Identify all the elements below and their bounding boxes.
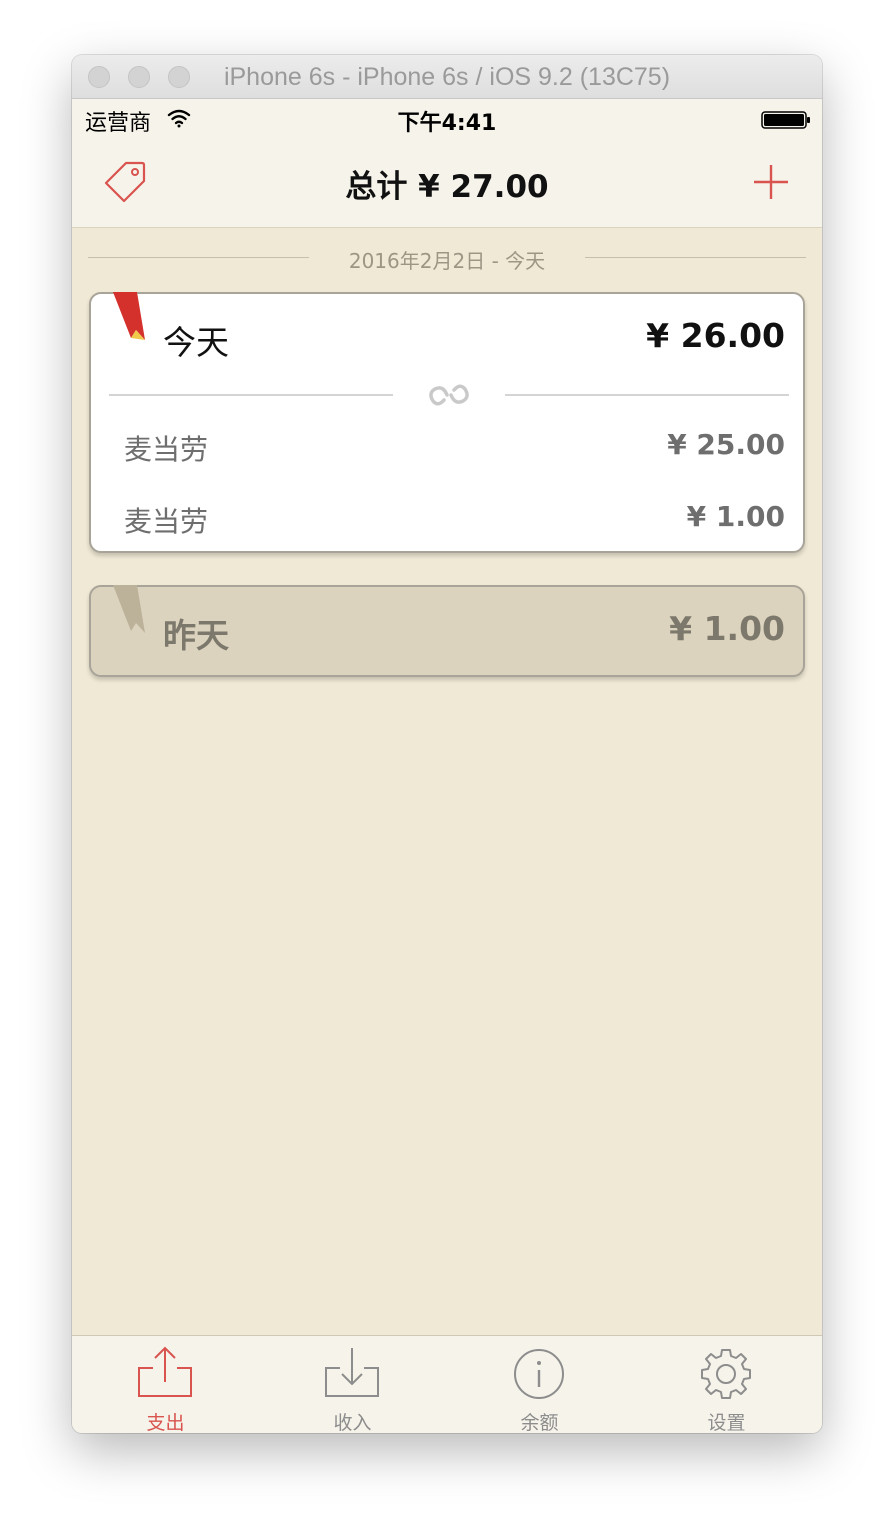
tab-label: 余额 [520, 1412, 559, 1433]
tab-balance[interactable]: 余额 [446, 1336, 633, 1433]
day-card-today[interactable]: 今天 ¥ 26.00 麦当劳 ¥ 25.00 麦当劳 ¥ 1.00 [89, 292, 805, 553]
tab-label: 设置 [707, 1412, 746, 1433]
divider-line-right [505, 394, 789, 396]
info-icon [514, 1349, 564, 1399]
app-screen: 运营商 下午4:41 总计 ¥ 27.00 2016年2月2日 - 今天 今天 … [72, 99, 822, 1433]
tab-income[interactable]: 收入 [259, 1336, 446, 1433]
simulator-window: iPhone 6s - iPhone 6s / iOS 9.2 (13C75) … [72, 55, 822, 1433]
expense-row[interactable]: 麦当劳 ¥ 25.00 [91, 416, 803, 476]
navigation-bar: 总计 ¥ 27.00 [72, 139, 822, 228]
gear-icon [701, 1349, 751, 1399]
total-title: 总计 ¥ 27.00 [345, 169, 549, 205]
tab-label: 收入 [333, 1412, 372, 1433]
bookmark-ribbon-icon [113, 292, 145, 340]
day-total: ¥ 1.00 [669, 609, 785, 648]
expense-amount: ¥ 1.00 [686, 500, 785, 533]
expense-name: 麦当劳 [124, 433, 209, 466]
status-time: 下午4:41 [397, 111, 497, 136]
tab-settings[interactable]: 设置 [633, 1336, 820, 1433]
download-in-icon [325, 1348, 379, 1397]
window-title: iPhone 6s - iPhone 6s / iOS 9.2 (13C75) [223, 63, 671, 91]
date-header-text: 2016年2月2日 - 今天 [348, 249, 546, 273]
share-out-icon [138, 1346, 192, 1397]
battery-icon [761, 111, 810, 129]
day-title: 昨天 [163, 616, 229, 655]
expense-name: 麦当劳 [124, 505, 209, 538]
divider-line-left [109, 394, 393, 396]
expense-amount: ¥ 25.00 [667, 428, 785, 461]
tab-label: 支出 [146, 1412, 185, 1433]
tab-bar: 支出 收入 余额 设置 [72, 1335, 822, 1433]
expense-row[interactable]: 麦当劳 ¥ 1.00 [91, 488, 803, 548]
date-header: 2016年2月2日 - 今天 [88, 241, 806, 275]
day-card-yesterday[interactable]: 昨天 ¥ 1.00 [89, 585, 805, 677]
bookmark-ribbon-icon [113, 585, 145, 633]
day-total: ¥ 26.00 [646, 316, 785, 355]
day-title: 今天 [163, 323, 229, 362]
plus-icon[interactable] [752, 163, 790, 201]
card-divider [109, 384, 789, 406]
tab-expense[interactable]: 支出 [72, 1336, 259, 1433]
ornament-icon [429, 384, 469, 406]
status-bar: 运营商 下午4:41 [72, 99, 822, 139]
window-titlebar: iPhone 6s - iPhone 6s / iOS 9.2 (13C75) [72, 55, 822, 99]
date-header-line-right [585, 257, 806, 258]
